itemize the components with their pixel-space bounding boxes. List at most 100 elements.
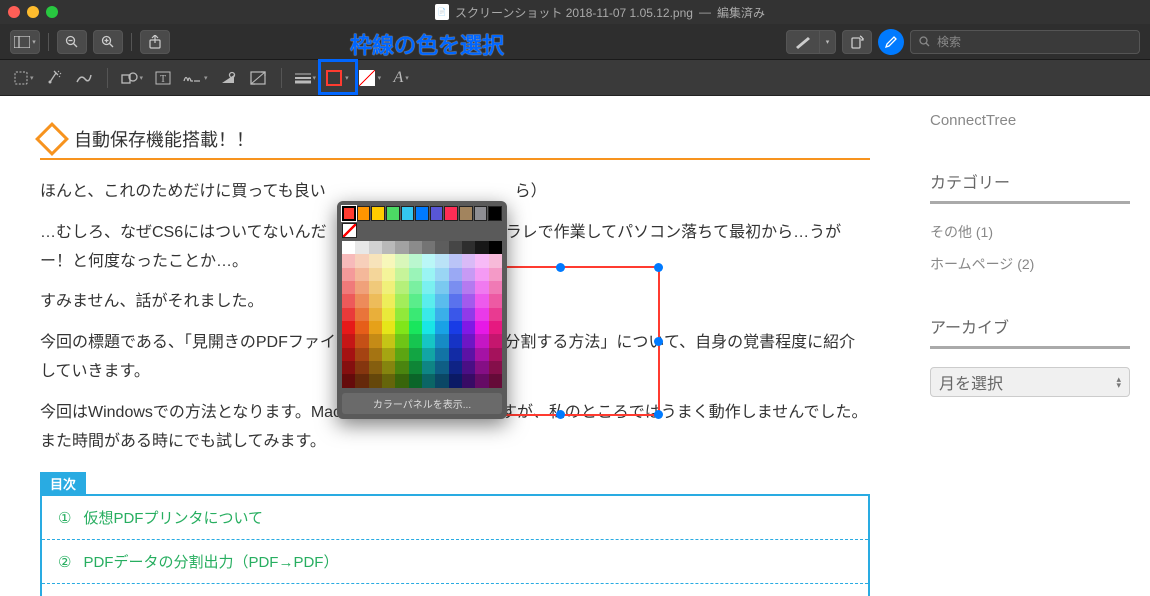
color-swatch[interactable] — [449, 321, 462, 334]
color-swatch[interactable] — [395, 254, 408, 267]
search-input[interactable]: 検索 — [910, 30, 1140, 54]
color-swatch[interactable] — [475, 294, 488, 307]
color-swatch[interactable] — [435, 241, 448, 254]
color-swatch[interactable] — [435, 374, 448, 387]
color-swatch[interactable] — [462, 254, 475, 267]
color-swatch[interactable] — [475, 348, 488, 361]
color-swatch[interactable] — [435, 361, 448, 374]
color-swatch[interactable] — [422, 281, 435, 294]
color-swatch[interactable] — [342, 308, 355, 321]
draw-tool[interactable] — [71, 65, 97, 91]
color-swatch[interactable] — [435, 321, 448, 334]
color-swatch[interactable] — [382, 281, 395, 294]
color-swatch[interactable] — [342, 268, 355, 281]
color-swatch[interactable] — [462, 334, 475, 347]
color-swatch[interactable] — [489, 254, 502, 267]
color-swatch[interactable] — [435, 308, 448, 321]
color-swatch[interactable] — [489, 374, 502, 387]
color-swatch[interactable] — [369, 254, 382, 267]
color-swatch[interactable] — [395, 294, 408, 307]
color-swatch[interactable] — [409, 308, 422, 321]
color-swatch[interactable] — [459, 206, 473, 221]
toc-item[interactable]: ②PDFデータの分割出力（PDF→PDF） — [42, 540, 868, 584]
color-swatch[interactable] — [449, 334, 462, 347]
color-swatch[interactable] — [409, 334, 422, 347]
color-swatch[interactable] — [474, 206, 488, 221]
color-swatch[interactable] — [489, 308, 502, 321]
color-swatch[interactable] — [435, 348, 448, 361]
color-swatch[interactable] — [369, 334, 382, 347]
color-swatch[interactable] — [449, 254, 462, 267]
color-swatch[interactable] — [489, 281, 502, 294]
color-swatch[interactable] — [369, 321, 382, 334]
selection-tool[interactable]: ▾ — [10, 65, 37, 91]
color-swatch[interactable] — [382, 294, 395, 307]
color-swatch[interactable] — [382, 348, 395, 361]
border-color-tool[interactable]: ▾ — [323, 65, 352, 91]
color-swatch[interactable] — [475, 268, 488, 281]
color-swatch[interactable] — [355, 361, 368, 374]
color-swatch[interactable] — [382, 361, 395, 374]
color-swatch[interactable] — [422, 361, 435, 374]
adjust-color-tool[interactable] — [215, 65, 241, 91]
color-swatch[interactable] — [395, 361, 408, 374]
color-swatch[interactable] — [449, 241, 462, 254]
rotate-button[interactable] — [842, 30, 872, 54]
color-swatch[interactable] — [342, 374, 355, 387]
color-swatch[interactable] — [462, 294, 475, 307]
color-swatch[interactable] — [395, 374, 408, 387]
color-swatch[interactable] — [489, 361, 502, 374]
color-swatch[interactable] — [395, 348, 408, 361]
color-swatch[interactable] — [422, 321, 435, 334]
color-swatch[interactable] — [355, 268, 368, 281]
color-swatch[interactable] — [342, 361, 355, 374]
color-swatch[interactable] — [422, 294, 435, 307]
color-swatch[interactable] — [475, 308, 488, 321]
color-swatch[interactable] — [355, 374, 368, 387]
color-swatch[interactable] — [409, 281, 422, 294]
color-swatch[interactable] — [489, 348, 502, 361]
color-swatch[interactable] — [462, 268, 475, 281]
color-swatch[interactable] — [422, 241, 435, 254]
color-swatch[interactable] — [342, 254, 355, 267]
color-swatch[interactable] — [475, 361, 488, 374]
color-swatch[interactable] — [342, 241, 355, 254]
color-swatch[interactable] — [382, 268, 395, 281]
color-swatch[interactable] — [462, 361, 475, 374]
color-swatch[interactable] — [489, 321, 502, 334]
color-swatch[interactable] — [415, 206, 429, 221]
color-swatch[interactable] — [449, 281, 462, 294]
toc-item[interactable]: ①仮想PDFプリンタについて — [42, 496, 868, 540]
color-swatch[interactable] — [462, 348, 475, 361]
color-swatch[interactable] — [355, 281, 368, 294]
show-color-panel-button[interactable]: カラーパネルを表示... — [342, 393, 502, 414]
instant-alpha-tool[interactable] — [41, 65, 67, 91]
color-swatch[interactable] — [369, 281, 382, 294]
color-swatch[interactable] — [382, 308, 395, 321]
color-swatch[interactable] — [369, 361, 382, 374]
color-swatch[interactable] — [355, 294, 368, 307]
color-swatch[interactable] — [409, 241, 422, 254]
zoom-in-button[interactable] — [93, 30, 123, 54]
color-swatch[interactable] — [342, 348, 355, 361]
color-swatch[interactable] — [409, 268, 422, 281]
color-swatch[interactable] — [395, 281, 408, 294]
color-swatch[interactable] — [422, 374, 435, 387]
color-swatch[interactable] — [475, 281, 488, 294]
color-swatch[interactable] — [382, 334, 395, 347]
color-swatch[interactable] — [371, 206, 385, 221]
adjust-size-tool[interactable] — [245, 65, 271, 91]
share-button[interactable] — [140, 30, 170, 54]
color-swatch[interactable] — [422, 308, 435, 321]
color-swatch[interactable] — [422, 254, 435, 267]
fill-color-tool[interactable]: ▾ — [356, 65, 385, 91]
color-swatch[interactable] — [422, 334, 435, 347]
color-swatch[interactable] — [489, 268, 502, 281]
color-swatch[interactable] — [369, 294, 382, 307]
color-swatch[interactable] — [401, 206, 415, 221]
color-swatch[interactable] — [342, 281, 355, 294]
category-item[interactable]: ホームページ (2) — [930, 254, 1130, 274]
color-swatch[interactable] — [475, 241, 488, 254]
color-swatch[interactable] — [382, 254, 395, 267]
color-swatch[interactable] — [430, 206, 444, 221]
